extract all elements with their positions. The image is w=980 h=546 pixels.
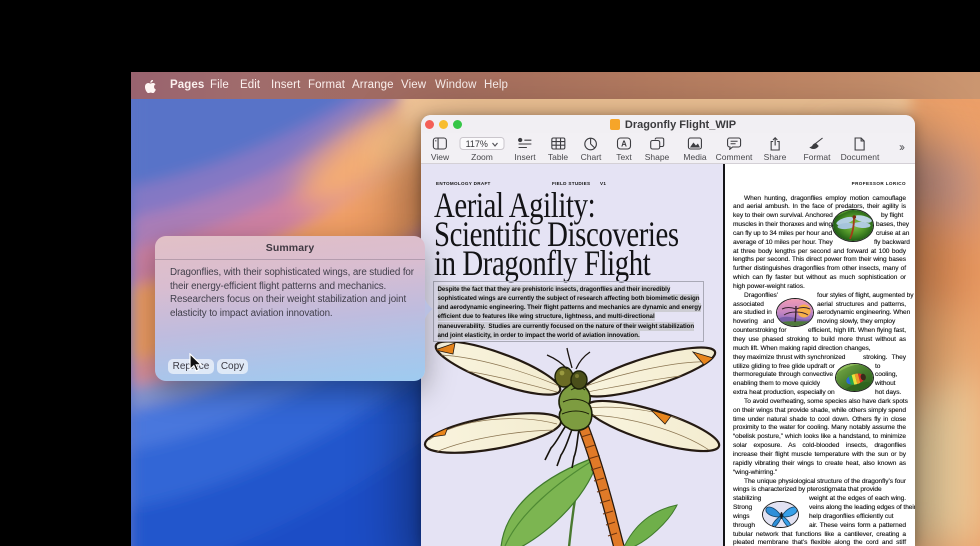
svg-text:A: A	[621, 139, 627, 148]
